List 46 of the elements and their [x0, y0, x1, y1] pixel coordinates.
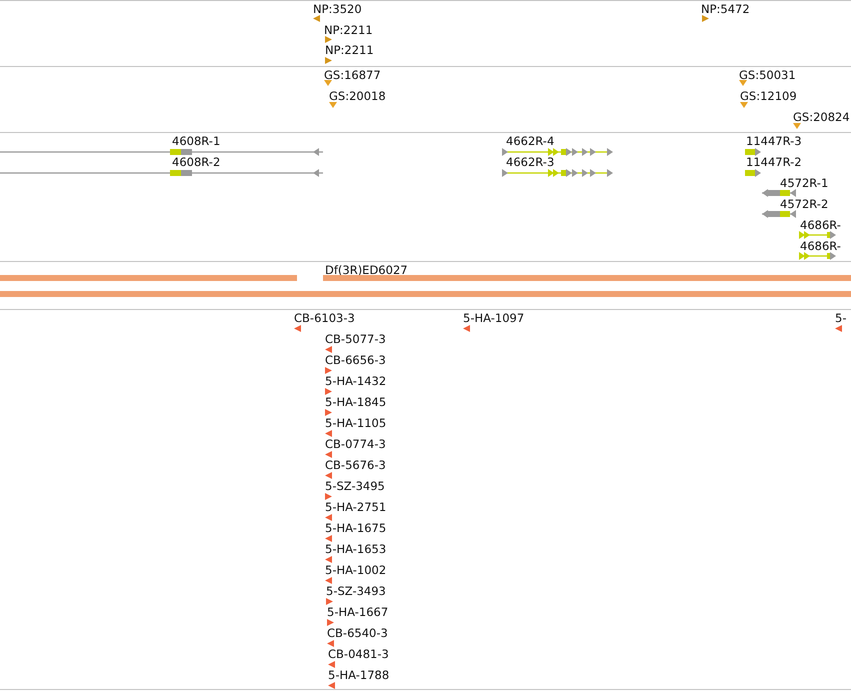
transcript-label: 4608R-1 — [172, 135, 220, 148]
transcript-label: 11447R-3 — [746, 135, 802, 148]
feature-label: 5-HA-1667 — [327, 606, 388, 619]
feature-label: 5-HA-1788 — [328, 669, 390, 682]
feature-label: 5-SZ-3495 — [325, 480, 385, 493]
feature-label: CB-6656-3 — [325, 354, 386, 367]
transcript-drawing — [799, 252, 836, 260]
feature-label: 5-HA-1845 — [325, 396, 386, 409]
feature-label: GS:16877 — [324, 69, 381, 82]
feature-label: CB-0774-3 — [325, 438, 386, 451]
feature-label: 5-HA-1097 — [463, 312, 524, 325]
feature-label: CB-5077-3 — [325, 333, 386, 346]
transcript-drawing — [745, 169, 761, 177]
transcript-label: 4662R-4 — [506, 135, 554, 148]
feature-label: NP:2211 — [324, 24, 373, 37]
feature-label: 5-HA-1675 — [325, 522, 386, 535]
feature-label: CB-5676-3 — [325, 459, 386, 472]
transcript-drawing — [745, 148, 761, 156]
feature-label: 5-HA-1432 — [325, 375, 386, 388]
transcript-drawing — [762, 189, 796, 197]
transcript-label: 4686R- — [800, 219, 841, 232]
transcript-drawing — [762, 210, 796, 218]
feature-label: CB-0481-3 — [328, 648, 389, 661]
feature-label: NP:2211 — [325, 44, 374, 57]
transcript-label: 4662R-3 — [506, 156, 554, 169]
transcript-label: 4608R-2 — [172, 156, 220, 169]
transcript-drawing — [799, 231, 836, 239]
feature-label: 5-HA-1653 — [325, 543, 386, 556]
feature-label: GS:20824 — [793, 111, 850, 124]
feature-label: NP:5472 — [701, 3, 750, 16]
transcript-label: 11447R-2 — [746, 156, 802, 169]
deletion-label: Df(3R)ED6027 — [325, 264, 408, 277]
feature-label: CB-6540-3 — [327, 627, 388, 640]
feature-label: GS:50031 — [739, 69, 796, 82]
feature-label: 5-HA-1105 — [325, 417, 386, 430]
feature-label: CB-6103-3 — [294, 312, 355, 325]
feature-label: GS:12109 — [740, 90, 797, 103]
transcript-label: 4572R-1 — [780, 177, 828, 190]
transcript-label: 4686R- — [800, 240, 841, 253]
feature-label: NP:3520 — [313, 3, 362, 16]
feature-label: 5-SZ-3493 — [326, 585, 386, 598]
transcript-label: 4572R-2 — [780, 198, 828, 211]
feature-label: 5-HA-1002 — [325, 564, 386, 577]
feature-label: 5-HA-2751 — [325, 501, 386, 514]
feature-label: GS:20018 — [329, 90, 386, 103]
feature-label: 5- — [835, 312, 846, 325]
